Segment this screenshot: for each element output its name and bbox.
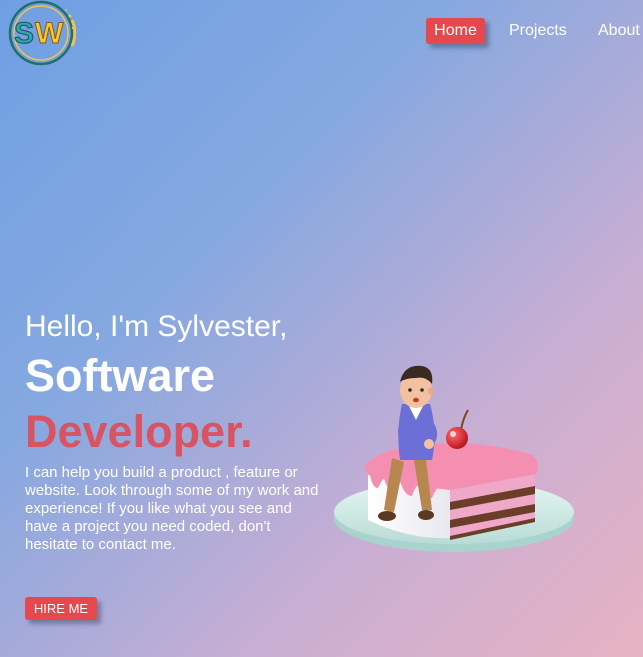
nav-about-link[interactable]: About (598, 18, 640, 44)
hero-role-line-2: Developer. (25, 406, 253, 457)
nav-projects-link[interactable]: Projects (509, 18, 567, 44)
logo-letter-w: W (35, 17, 64, 50)
sw-logo-icon: S W (8, 0, 77, 66)
site-logo[interactable]: S W (6, 0, 77, 68)
hire-me-button[interactable]: HIRE ME (25, 597, 97, 620)
hero-illustration (330, 360, 580, 560)
main-nav: Home Projects About (426, 18, 643, 44)
developer-on-cake-illustration-icon (334, 365, 574, 552)
hero-role-line-1: Software (25, 350, 216, 401)
logo-letter-s: S (14, 17, 34, 50)
hero-description: I can help you build a product , feature… (25, 464, 319, 553)
nav-home-link[interactable]: Home (426, 18, 485, 44)
hero-section: Hello, I'm Sylvester, Software Developer… (25, 306, 330, 554)
hero-greeting: Hello, I'm Sylvester, (25, 310, 288, 343)
